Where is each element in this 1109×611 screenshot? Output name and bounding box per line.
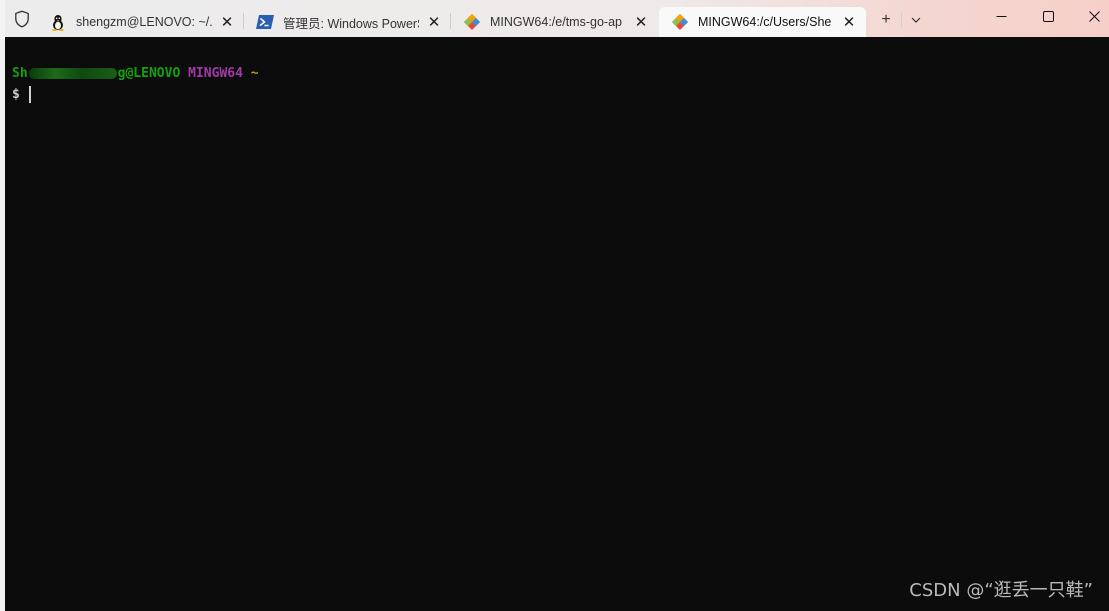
- tab-mingw-e[interactable]: MINGW64:/e/tms-go-ap ✕: [451, 7, 658, 37]
- git-icon: [671, 13, 689, 31]
- tab-title: shengzm@LENOVO: ~/.s: [76, 15, 212, 29]
- redacted-username: [28, 68, 117, 79]
- plus-icon: +: [881, 11, 891, 28]
- tab-powershell[interactable]: 管理员: Windows PowerS ✕: [244, 7, 451, 37]
- terminal-area[interactable]: Sh g@LENOVO MINGW64 ~ $ CSDN @“逛丢一只鞋”: [5, 37, 1109, 611]
- prompt-directory: ~: [250, 66, 259, 81]
- maximize-button[interactable]: [1025, 0, 1071, 33]
- minimize-button[interactable]: [978, 0, 1024, 33]
- prompt-host: g@LENOVO: [117, 66, 181, 81]
- linux-penguin-icon: [49, 13, 67, 31]
- tab-title: MINGW64:/e/tms-go-ap: [490, 15, 622, 29]
- prompt-system: MINGW64: [188, 66, 243, 81]
- new-tab-button[interactable]: +: [874, 8, 898, 32]
- terminal-window: shengzm@LENOVO: ~/.s ✕ 管理员: Windows Powe…: [5, 0, 1109, 611]
- tab-title: 管理员: Windows PowerS: [283, 16, 419, 31]
- title-bar: shengzm@LENOVO: ~/.s ✕ 管理员: Windows Powe…: [5, 0, 1109, 37]
- close-tab-icon[interactable]: ✕: [425, 13, 443, 31]
- close-window-button[interactable]: [1071, 0, 1109, 33]
- text-cursor: [28, 86, 31, 103]
- watermark: CSDN @“逛丢一只鞋”: [909, 580, 1093, 601]
- close-tab-icon[interactable]: ✕: [840, 13, 858, 31]
- prompt-symbol: $: [12, 87, 20, 102]
- prompt-line: Sh g@LENOVO MINGW64 ~: [12, 66, 259, 81]
- prompt-user: Sh: [12, 66, 28, 81]
- divider: [901, 12, 902, 28]
- close-tab-icon[interactable]: ✕: [632, 13, 650, 31]
- command-line[interactable]: $: [12, 86, 31, 103]
- git-icon: [463, 13, 481, 31]
- tab-title: MINGW64:/c/Users/She: [698, 15, 832, 29]
- minimize-icon: [996, 16, 1006, 17]
- close-tab-icon[interactable]: ✕: [218, 13, 236, 31]
- tab-mingw-c-active[interactable]: MINGW64:/c/Users/She ✕: [659, 7, 866, 37]
- close-icon: [1088, 11, 1100, 22]
- chevron-down-icon: [911, 17, 921, 23]
- shield-icon[interactable]: [13, 10, 31, 28]
- powershell-icon: [256, 13, 274, 31]
- tab-dropdown-button[interactable]: [904, 8, 928, 32]
- maximize-icon: [1042, 11, 1054, 22]
- tab-linux-shell[interactable]: shengzm@LENOVO: ~/.s ✕: [37, 7, 244, 37]
